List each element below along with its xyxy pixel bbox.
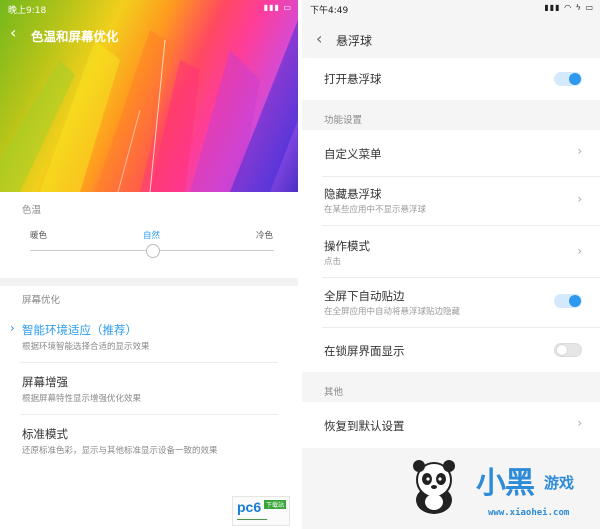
open-ball-row[interactable]: 打开悬浮球 (302, 58, 600, 100)
back-arrow-icon[interactable]: ‹ (10, 25, 16, 41)
status-bar: 下午4:49 ▮▮▮ ◠ ϟ ▭ (302, 0, 600, 16)
pc6-watermark-logo: pc6 下载站 ━━━━━━━━━━ (232, 496, 290, 526)
color-temperature-screen: 晚上9:18 ▮▮▮ ▭ ‹ 色温和屏幕优化 色温 暖色 自然 冷色 屏幕优化 … (0, 0, 298, 529)
header: ‹ 色温和屏幕优化 (0, 20, 298, 48)
divider (20, 414, 278, 415)
row-title: 自定义菜单 (324, 147, 382, 161)
function-settings-card: 自定义菜单 › 隐藏悬浮球 在某些应用中不显示悬浮球 › 操作模式 点击 › 全… (302, 130, 600, 372)
chevron-right-icon: › (577, 192, 582, 206)
screen-opt-label: 屏幕优化 (22, 295, 61, 306)
row-subtitle: 在全屏应用中自动将悬浮球贴边隐藏 (324, 307, 461, 317)
other-label: 其他 (324, 387, 344, 398)
signal-battery-icon: ▮▮▮ ▭ (263, 3, 292, 12)
row-subtitle: 在某些应用中不显示悬浮球 (324, 205, 427, 215)
option-standard[interactable]: 标准模式 还原标准色彩，显示与其他标准显示设备一致的效果 (0, 418, 298, 464)
chevron-right-icon: › (577, 144, 582, 158)
watermark-brand: 小黑 (476, 466, 535, 501)
chevron-right-icon: › (577, 416, 582, 430)
warm-label: 暖色 (30, 231, 48, 241)
pc6-subtext: ━━━━━━━━━━ (237, 517, 268, 523)
status-time: 晚上9:18 (8, 6, 47, 16)
operation-mode-row[interactable]: 操作模式 点击 › (302, 226, 600, 276)
natural-label: 自然 (143, 231, 161, 241)
floating-ball-settings: 下午4:49 ▮▮▮ ◠ ϟ ▭ ‹ 悬浮球 打开悬浮球 功能设置 自定义菜单 … (302, 0, 600, 529)
cool-label: 冷色 (256, 231, 274, 241)
option-subtitle: 根据屏幕特性显示增强优化效果 (22, 394, 142, 404)
open-ball-toggle[interactable] (554, 72, 582, 86)
wifi-battery-icon: ▮▮▮ ◠ ϟ ▭ (544, 3, 594, 12)
row-title: 隐藏悬浮球 (324, 187, 382, 201)
lockscreen-row[interactable]: 在锁屏界面显示 (302, 328, 600, 372)
divider (20, 362, 278, 363)
status-time: 下午4:49 (310, 6, 349, 16)
selected-chevron-icon: › (10, 321, 15, 335)
row-subtitle: 点击 (324, 257, 342, 267)
panda-mascot-icon (413, 460, 455, 514)
other-card: 恢复到默认设置 › (302, 402, 600, 448)
chevron-right-icon: › (577, 244, 582, 258)
row-title: 在锁屏界面显示 (324, 344, 405, 358)
option-subtitle: 还原标准色彩，显示与其他标准显示设备一致的效果 (22, 446, 218, 456)
reset-label: 恢复到默认设置 (324, 419, 405, 433)
color-temp-label: 色温 (22, 205, 42, 216)
option-title: 智能环境适应（推荐） (22, 323, 137, 337)
function-settings-label: 功能设置 (324, 115, 363, 126)
custom-menu-row[interactable]: 自定义菜单 › (302, 130, 600, 176)
option-subtitle: 根据环境智能选择合适的显示效果 (22, 342, 150, 352)
header: ‹ 悬浮球 (302, 22, 600, 56)
watermark-url: www.xiaohei.com (488, 508, 570, 518)
temperature-slider-thumb[interactable] (146, 244, 160, 258)
row-title: 全屏下自动贴边 (324, 289, 405, 303)
watermark-game: 游戏 (544, 474, 575, 492)
pc6-tag: 下载站 (263, 500, 286, 509)
page-title: 悬浮球 (336, 34, 373, 48)
pc6-logo-text: pc6 (237, 499, 262, 515)
lockscreen-toggle[interactable] (554, 343, 582, 357)
reset-row[interactable]: 恢复到默认设置 › (302, 402, 600, 448)
page-title: 色温和屏幕优化 (31, 29, 119, 44)
open-ball-card: 打开悬浮球 (302, 58, 600, 100)
wallpaper-preview: 晚上9:18 ▮▮▮ ▭ ‹ 色温和屏幕优化 (0, 0, 298, 192)
open-ball-label: 打开悬浮球 (324, 72, 382, 86)
option-smart-adapt[interactable]: › 智能环境适应（推荐） 根据环境智能选择合适的显示效果 (0, 314, 298, 360)
fullscreen-edge-row[interactable]: 全屏下自动贴边 在全屏应用中自动将悬浮球贴边隐藏 (302, 278, 600, 326)
section-divider (0, 278, 298, 286)
xiaohei-watermark: 小黑 游戏 www.xiaohei.com (396, 452, 600, 529)
option-enhance[interactable]: 屏幕增强 根据屏幕特性显示增强优化效果 (0, 366, 298, 412)
option-title: 屏幕增强 (22, 375, 68, 389)
hide-ball-row[interactable]: 隐藏悬浮球 在某些应用中不显示悬浮球 › (302, 177, 600, 224)
option-title: 标准模式 (22, 427, 68, 441)
row-title: 操作模式 (324, 239, 370, 253)
back-arrow-icon[interactable]: ‹ (316, 31, 322, 47)
fullscreen-edge-toggle[interactable] (554, 294, 582, 308)
status-bar: 晚上9:18 ▮▮▮ ▭ (0, 0, 298, 16)
